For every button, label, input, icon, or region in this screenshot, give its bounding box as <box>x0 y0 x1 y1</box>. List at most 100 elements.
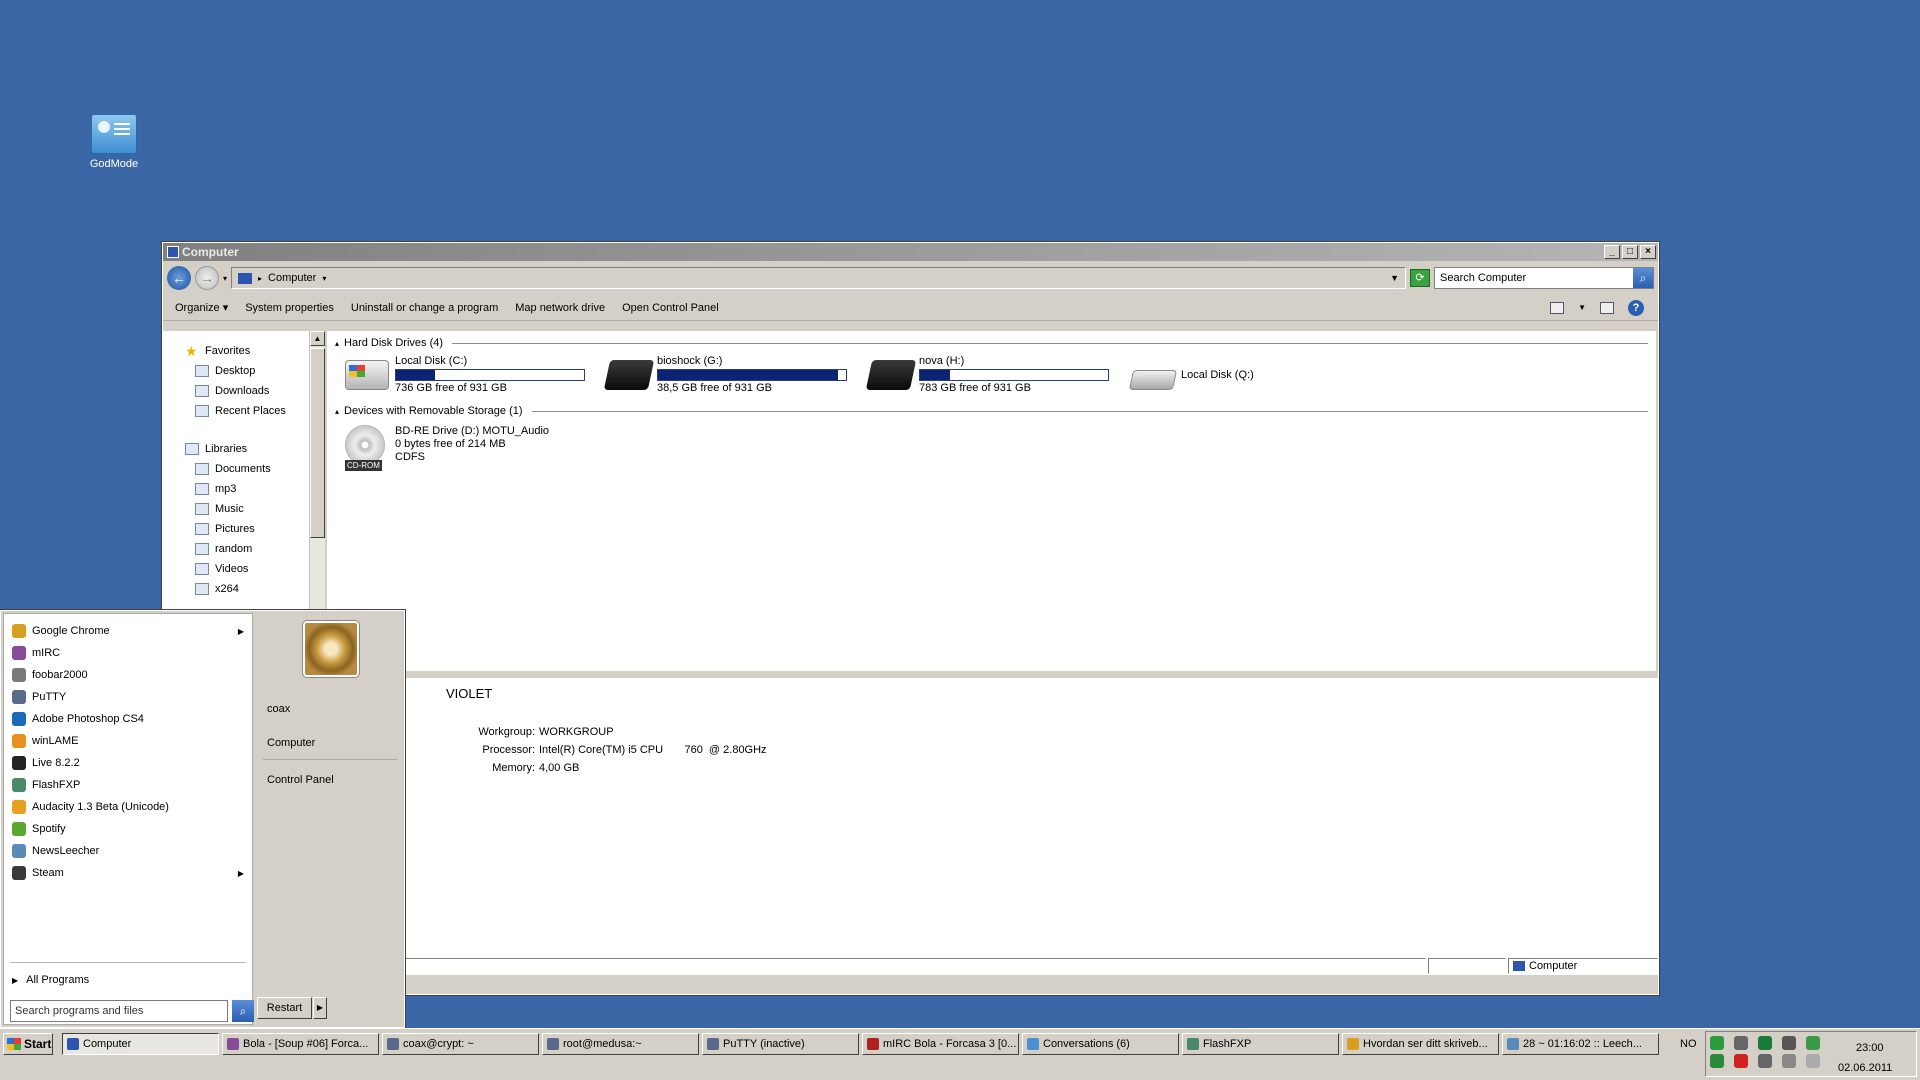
search-icon[interactable]: ⌕ <box>1633 268 1653 288</box>
godmode-desktop-icon[interactable]: GodMode <box>84 114 144 170</box>
taskbar-button[interactable]: root@medusa:~ <box>542 1033 699 1055</box>
nav-documents[interactable]: Documents <box>163 459 325 479</box>
scroll-thumb[interactable] <box>310 348 325 538</box>
drive-name: Local Disk (Q:) <box>1181 368 1254 381</box>
nav-pictures[interactable]: Pictures <box>163 519 325 539</box>
window-title: Computer <box>182 245 239 259</box>
nav-random[interactable]: random <box>163 539 325 559</box>
refresh-icon[interactable]: ⟳ <box>1410 269 1430 287</box>
nav-downloads[interactable]: Downloads <box>163 381 325 401</box>
nav-mp3[interactable]: mp3 <box>163 479 325 499</box>
taskbar-button[interactable]: FlashFXP <box>1182 1033 1339 1055</box>
help-icon[interactable]: ? <box>1628 299 1644 316</box>
chevron-down-icon[interactable]: ▾ <box>322 274 326 283</box>
uninstall-program-button[interactable]: Uninstall or change a program <box>351 302 498 314</box>
scroll-up-icon[interactable]: ▲ <box>310 331 325 346</box>
recent-pages-chevron-icon[interactable]: ▾ <box>223 274 227 283</box>
breadcrumb-computer[interactable]: Computer <box>268 272 316 284</box>
drive-c[interactable]: Local Disk (C:) 736 GB free of 931 GB <box>345 355 595 395</box>
taskbar-button-label: Conversations (6) <box>1043 1038 1130 1050</box>
computer-link[interactable]: Computer <box>267 737 315 749</box>
search-input[interactable]: Search Computer ⌕ <box>1434 267 1654 289</box>
tray-icon[interactable] <box>1806 1054 1820 1068</box>
nav-libraries[interactable]: Libraries <box>163 439 325 459</box>
open-control-panel-button[interactable]: Open Control Panel <box>622 302 719 314</box>
start-menu-program[interactable]: Live 8.2.2 <box>4 752 252 774</box>
shutdown-options-icon[interactable]: ▶ <box>313 997 327 1019</box>
start-menu-program[interactable]: foobar2000 <box>4 664 252 686</box>
start-menu-program[interactable]: mIRC <box>4 642 252 664</box>
tray-icon[interactable] <box>1710 1036 1724 1050</box>
restart-button[interactable]: Restart <box>257 997 312 1019</box>
chevron-down-icon[interactable]: ▼ <box>1578 303 1586 312</box>
program-label: FlashFXP <box>32 779 81 791</box>
all-programs-button[interactable]: ▶ All Programs <box>12 969 89 991</box>
search-icon[interactable]: ⌕ <box>232 1000 254 1022</box>
drive-q[interactable]: Local Disk (Q:) <box>1128 355 1381 395</box>
clock-time[interactable]: 23:00 <box>1856 1042 1884 1054</box>
start-menu-program[interactable]: Audacity 1.3 Beta (Unicode) <box>4 796 252 818</box>
taskbar-button[interactable]: mIRC Bola - Forcasa 3 [0... <box>862 1033 1019 1055</box>
drive-g[interactable]: bioshock (G:) 38,5 GB free of 931 GB <box>603 355 857 395</box>
tray-icon[interactable] <box>1734 1036 1748 1050</box>
chevron-right-icon[interactable]: ▸ <box>258 274 262 283</box>
tray-icon[interactable] <box>1758 1054 1772 1068</box>
start-menu-program[interactable]: NewsLeecher <box>4 840 252 862</box>
control-panel-link[interactable]: Control Panel <box>267 774 334 786</box>
back-button[interactable]: ← <box>167 266 191 290</box>
taskbar-button[interactable]: 28 ~ 01:16:02 :: Leech... <box>1502 1033 1659 1055</box>
start-search-input[interactable]: Search programs and files <box>10 1000 228 1022</box>
start-menu-programs: Google Chrome ▶ mIRC foobar2000 PuTTY Adobe P… <box>3 613 254 1025</box>
start-menu-program[interactable]: FlashFXP <box>4 774 252 796</box>
taskbar-button[interactable]: coax@crypt: ~ <box>382 1033 539 1055</box>
nav-music[interactable]: Music <box>163 499 325 519</box>
taskbar-button[interactable]: Hvordan ser ditt skriveb... <box>1342 1033 1499 1055</box>
user-avatar[interactable] <box>302 620 360 678</box>
hdd-section-header[interactable]: ▴ Hard Disk Drives (4) <box>327 331 1656 349</box>
taskbar-button[interactable]: PuTTY (inactive) <box>702 1033 859 1055</box>
maximize-button[interactable]: □ <box>1622 245 1638 259</box>
clock-date[interactable]: 02.06.2011 <box>1838 1062 1892 1074</box>
start-menu-program[interactable]: Spotify <box>4 818 252 840</box>
nav-scrollbar[interactable]: ▲ <box>309 331 325 631</box>
tray-icon[interactable] <box>1782 1054 1796 1068</box>
window-titlebar[interactable]: Computer _ □ × <box>163 243 1658 261</box>
start-menu-program[interactable]: PuTTY <box>4 686 252 708</box>
address-dropdown-icon[interactable]: ▼ <box>1390 273 1399 283</box>
start-button[interactable]: Start <box>3 1033 53 1055</box>
start-menu-program[interactable]: Steam ▶ <box>4 862 252 884</box>
tray-icon[interactable] <box>1734 1054 1748 1068</box>
tray-icon[interactable] <box>1782 1036 1796 1050</box>
address-bar[interactable]: ▸ Computer ▾ ▼ <box>231 267 1406 289</box>
start-menu-program[interactable]: winLAME <box>4 730 252 752</box>
start-menu-program[interactable]: Adobe Photoshop CS4 <box>4 708 252 730</box>
minimize-button[interactable]: _ <box>1604 245 1620 259</box>
forward-button[interactable]: → <box>195 266 219 290</box>
removable-section-header[interactable]: ▴ Devices with Removable Storage (1) <box>327 395 1656 417</box>
taskbar-button[interactable]: Computer <box>62 1033 219 1055</box>
nav-desktop[interactable]: Desktop <box>163 361 325 381</box>
nav-videos[interactable]: Videos <box>163 559 325 579</box>
taskbar-button[interactable]: Bola - [Soup #06] Forca... <box>222 1033 379 1055</box>
organize-button[interactable]: Organize ▾ <box>175 301 228 314</box>
drive-h[interactable]: nova (H:) 783 GB free of 931 GB <box>865 355 1119 395</box>
collapse-icon[interactable]: ▴ <box>335 339 339 348</box>
preview-pane-icon[interactable] <box>1600 301 1614 314</box>
user-folder-link[interactable]: coax <box>267 703 290 715</box>
tray-icon[interactable] <box>1758 1036 1772 1050</box>
taskbar-button[interactable]: Conversations (6) <box>1022 1033 1179 1055</box>
nav-favorites[interactable]: ★ Favorites <box>163 341 325 361</box>
language-indicator[interactable]: NO <box>1680 1038 1697 1050</box>
nav-recent-places[interactable]: Recent Places <box>163 401 325 421</box>
view-options-icon[interactable] <box>1550 301 1565 314</box>
system-properties-button[interactable]: System properties <box>245 302 334 314</box>
nav-x264[interactable]: x264 <box>163 579 325 599</box>
drive-d[interactable]: CD-ROM BD-RE Drive (D:) MOTU_Audio 0 byt… <box>327 417 1656 471</box>
tray-icon[interactable] <box>1710 1054 1724 1068</box>
program-label: Audacity 1.3 Beta (Unicode) <box>32 801 169 813</box>
map-network-drive-button[interactable]: Map network drive <box>515 302 605 314</box>
start-menu-program[interactable]: Google Chrome ▶ <box>4 620 252 642</box>
tray-icon[interactable] <box>1806 1036 1820 1050</box>
collapse-icon[interactable]: ▴ <box>335 407 339 416</box>
close-button[interactable]: × <box>1640 245 1656 259</box>
